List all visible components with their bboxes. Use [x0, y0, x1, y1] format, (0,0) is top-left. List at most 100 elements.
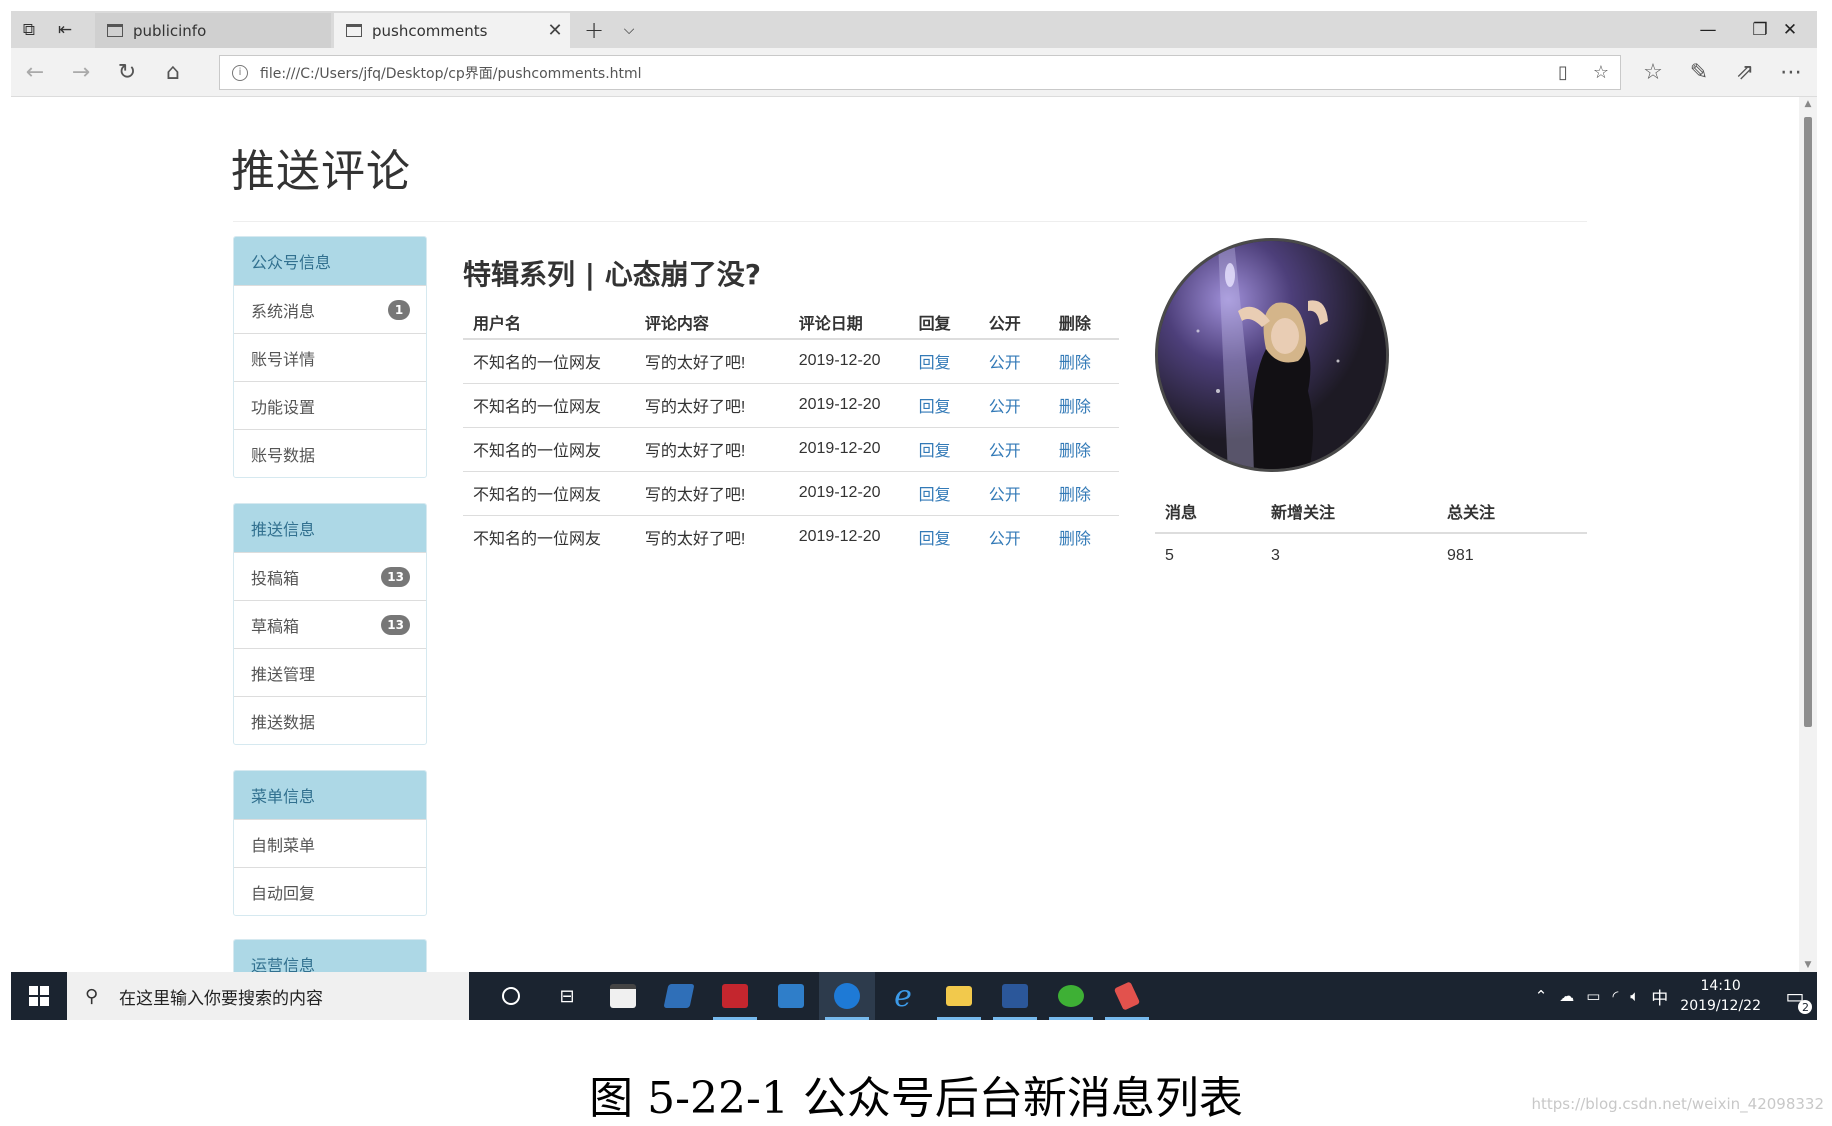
close-window-icon[interactable]: ✕ [1763, 11, 1817, 48]
comment-cell: 写的太好了吧! [634, 470, 789, 515]
sidebar-item-label: 草稿箱 [251, 616, 300, 636]
column-header: 公开 [978, 305, 1049, 340]
figure-caption: 图 5-22-1 公众号后台新消息列表 [589, 1073, 1243, 1124]
delete-link[interactable]: 删除 [1048, 426, 1119, 471]
sidebar-item-label: 自制菜单 [251, 835, 316, 855]
show-hidden-icons-icon[interactable]: ⌃ [1535, 987, 1548, 1005]
sidebar-item-push-management[interactable]: 推送管理 [234, 648, 426, 696]
account-avatar [1155, 238, 1389, 472]
input-method-indicator[interactable]: 中 [1651, 984, 1668, 1009]
cloud-icon[interactable]: ☁ [1559, 987, 1574, 1005]
sidebar-item-label: 推送数据 [251, 712, 316, 732]
sidebar-item-label: 推送管理 [251, 664, 316, 684]
sidebar-item-custom-menu[interactable]: 自制菜单 [234, 819, 426, 867]
notification-icon[interactable]: ▭ 2 [1773, 972, 1817, 1020]
column-header: 删除 [1048, 305, 1119, 340]
reply-link[interactable]: 回复 [908, 470, 979, 515]
page-icon [107, 24, 123, 37]
close-tab-icon[interactable]: ✕ [540, 20, 570, 41]
sidebar-item-drafts[interactable]: 草稿箱 13 [234, 600, 426, 648]
task-view-icon[interactable]: ⊟ [539, 972, 595, 1020]
username-cell: 不知名的一位网友 [463, 426, 635, 471]
delete-link[interactable]: 删除 [1048, 514, 1119, 559]
publish-link[interactable]: 公开 [978, 338, 1049, 383]
sidebar-item-account-details[interactable]: 账号详情 [234, 333, 426, 381]
date-cell: 2019-12-20 [788, 470, 909, 515]
volume-muted-icon[interactable]: 🔈︎ [1630, 987, 1639, 1005]
mail-icon[interactable] [763, 972, 819, 1020]
app-icon[interactable] [707, 972, 763, 1020]
pen-icon[interactable]: ✎ [1679, 54, 1719, 90]
vertical-scrollbar[interactable]: ▲ ▼ [1799, 97, 1817, 972]
watermark: https://blog.csdn.net/weixin_42098332 [1531, 1095, 1824, 1113]
sidebar-item-system-messages[interactable]: 系统消息 1 [234, 285, 426, 333]
table-row: 不知名的一位网友 写的太好了吧! 2019-12-20 回复 公开 删除 [463, 382, 1119, 427]
info-icon[interactable]: i [232, 64, 248, 81]
store-icon[interactable] [595, 972, 651, 1020]
home-icon[interactable]: ⌂ [153, 54, 193, 90]
reply-link[interactable]: 回复 [908, 382, 979, 427]
new-followers-count: 3 [1271, 546, 1280, 564]
sidebar-item-submissions[interactable]: 投稿箱 13 [234, 552, 426, 600]
address-bar[interactable]: i file:///C:/Users/jfq/Desktop/cp界面/push… [219, 55, 1621, 90]
reply-link[interactable]: 回复 [908, 338, 979, 383]
app-icon[interactable] [651, 972, 707, 1020]
delete-link[interactable]: 删除 [1048, 338, 1119, 383]
sidebar-item-auto-reply[interactable]: 自动回复 [234, 867, 426, 915]
forward-arrow-icon[interactable]: → [61, 54, 101, 90]
page-content: 推送评论 公众号信息 系统消息 1 账号详情 功能设置 账号数据 推送信息 投稿… [11, 97, 1799, 972]
column-header: 评论内容 [634, 305, 789, 340]
more-options-icon[interactable]: ⋯ [1771, 54, 1811, 90]
scroll-down-icon[interactable]: ▼ [1801, 960, 1815, 970]
word-icon[interactable] [987, 972, 1043, 1020]
windows-logo-icon [29, 986, 49, 1006]
column-header: 新增关注 [1261, 489, 1437, 534]
tab-pushcomments[interactable]: pushcomments ✕ [334, 13, 570, 48]
panel-heading: 运营信息 [234, 940, 426, 972]
refresh-icon[interactable]: ↻ [107, 54, 147, 90]
system-tray: ⌃ ☁ ▭ ◜ 🔈︎ 中 14:10 2019/12/22 ▭ 2 [1529, 972, 1817, 1020]
app-icon[interactable] [1099, 972, 1155, 1020]
windows-start-icon[interactable] [11, 972, 67, 1020]
tab-publicinfo[interactable]: publicinfo [95, 13, 331, 48]
wifi-icon[interactable]: ◜ [1612, 987, 1618, 1005]
tab-title: pushcomments [372, 21, 488, 40]
back-arrow-icon[interactable]: ← [15, 54, 55, 90]
cortana-icon[interactable] [483, 972, 539, 1020]
table-header-row: 消息 新增关注 总关注 [1155, 489, 1587, 534]
set-tabs-aside-icon[interactable]: ⇤ [47, 11, 83, 48]
internet-explorer-icon[interactable]: e [875, 972, 931, 1020]
publish-link[interactable]: 公开 [978, 382, 1049, 427]
edge-browser-icon[interactable] [819, 972, 875, 1020]
scroll-up-icon[interactable]: ▲ [1801, 99, 1815, 109]
sidebar-item-push-data[interactable]: 推送数据 [234, 696, 426, 744]
publish-link[interactable]: 公开 [978, 514, 1049, 559]
sidebar-item-feature-settings[interactable]: 功能设置 [234, 381, 426, 429]
publish-link[interactable]: 公开 [978, 426, 1049, 471]
favorite-star-icon[interactable]: ☆ [1582, 62, 1620, 83]
tab-title: publicinfo [133, 21, 207, 40]
new-tab-plus-icon[interactable]: + [576, 11, 612, 48]
delete-link[interactable]: 删除 [1048, 470, 1119, 515]
minimize-icon[interactable]: — [1681, 11, 1735, 48]
comment-cell: 写的太好了吧! [634, 514, 789, 559]
delete-link[interactable]: 删除 [1048, 382, 1119, 427]
scrollbar-thumb[interactable] [1804, 117, 1812, 727]
share-icon[interactable]: ⇗ [1725, 54, 1765, 90]
date-cell: 2019-12-20 [788, 382, 909, 427]
taskbar-search-box[interactable]: ⚲ 在这里输入你要搜索的内容 [67, 972, 469, 1020]
file-explorer-icon[interactable] [931, 972, 987, 1020]
panel-operations-info: 运营信息 [233, 939, 427, 972]
clock[interactable]: 14:10 2019/12/22 [1680, 976, 1761, 1016]
wechat-icon[interactable] [1043, 972, 1099, 1020]
reply-link[interactable]: 回复 [908, 514, 979, 559]
tab-actions-icon[interactable]: ⧉ [11, 11, 47, 48]
battery-icon[interactable]: ▭ [1586, 987, 1600, 1005]
sidebar-item-account-data[interactable]: 账号数据 [234, 429, 426, 477]
publish-link[interactable]: 公开 [978, 470, 1049, 515]
reading-view-icon[interactable]: ▯ [1544, 62, 1582, 83]
chevron-down-icon[interactable]: ⌵ [611, 11, 647, 48]
reply-link[interactable]: 回复 [908, 426, 979, 471]
panel-heading: 推送信息 [234, 504, 426, 552]
favorites-list-icon[interactable]: ☆ [1633, 54, 1673, 90]
